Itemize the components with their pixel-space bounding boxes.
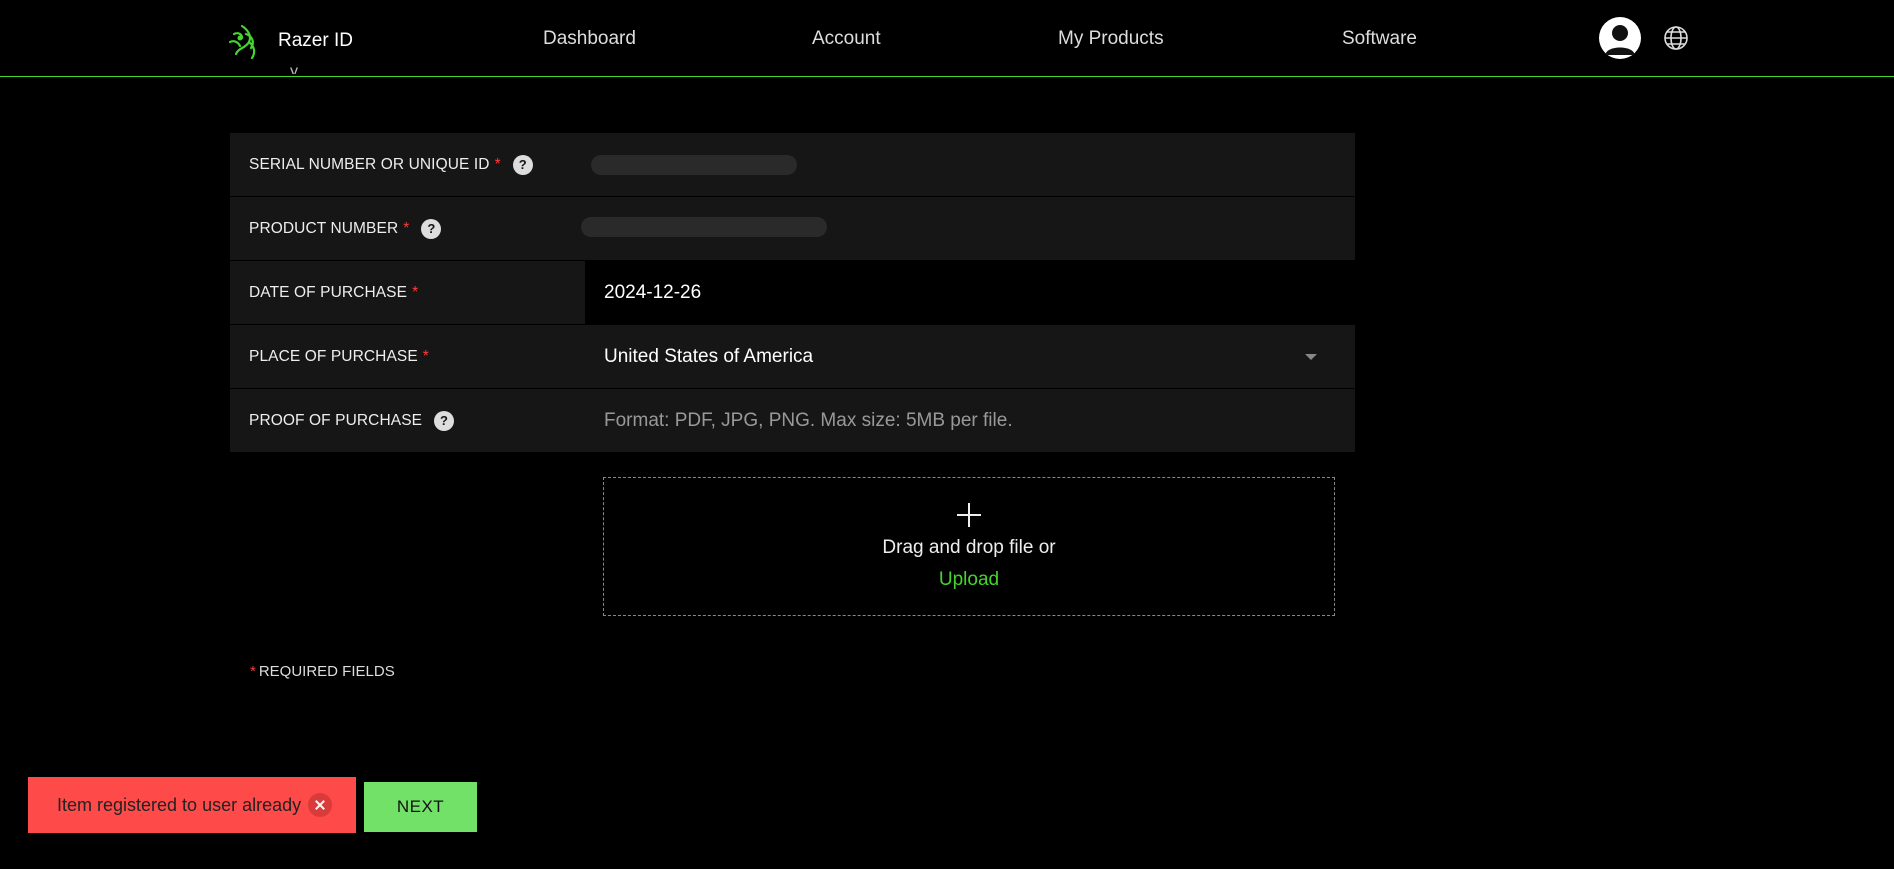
date-of-purchase-input[interactable]: 2024-12-26 xyxy=(585,261,1355,324)
help-icon[interactable]: ? xyxy=(512,154,533,175)
required-mark: * xyxy=(250,663,256,680)
plus-icon xyxy=(957,502,981,527)
top-navigation-bar: Razer ID Dashboard Account My Products S… xyxy=(0,0,1894,77)
product-number-label-text: PRODUCT NUMBER xyxy=(249,219,399,237)
required-fields-text: REQUIRED FIELDS xyxy=(258,663,395,680)
product-number-row: PRODUCT NUMBER * ? xyxy=(230,197,1355,261)
dropzone-text: Drag and drop file or xyxy=(882,536,1056,558)
file-dropzone[interactable]: Drag and drop file or Upload xyxy=(603,477,1335,616)
partially-hidden-text: y xyxy=(290,64,298,74)
nav-my-products[interactable]: My Products xyxy=(1058,28,1164,50)
required-mark: * xyxy=(422,347,429,365)
serial-number-label: SERIAL NUMBER OR UNIQUE ID * ? xyxy=(230,133,585,196)
place-of-purchase-row: PLACE OF PURCHASE * United States of Ame… xyxy=(230,325,1355,389)
format-hint-text: Format: PDF, JPG, PNG. Max size: 5MB per… xyxy=(604,409,1013,431)
next-button[interactable]: NEXT xyxy=(364,782,477,832)
place-of-purchase-select[interactable]: United States of America xyxy=(585,325,1355,388)
proof-format-hint: Format: PDF, JPG, PNG. Max size: 5MB per… xyxy=(585,389,1355,452)
product-number-label: PRODUCT NUMBER * ? xyxy=(230,197,585,260)
date-of-purchase-row: DATE OF PURCHASE * 2024-12-26 xyxy=(230,261,1355,325)
razer-logo-icon xyxy=(228,24,256,60)
proof-of-purchase-row: PROOF OF PURCHASE ? Format: PDF, JPG, PN… xyxy=(230,389,1355,453)
proof-of-purchase-label: PROOF OF PURCHASE ? xyxy=(230,389,585,452)
globe-icon[interactable] xyxy=(1662,24,1690,52)
registration-form: SERIAL NUMBER OR UNIQUE ID * ? PRODUCT N… xyxy=(230,133,1355,453)
help-icon[interactable]: ? xyxy=(434,410,455,431)
serial-number-input[interactable] xyxy=(585,133,1355,196)
error-toast: Item registered to user already xyxy=(28,777,356,833)
redacted-value xyxy=(591,155,797,175)
date-value: 2024-12-26 xyxy=(604,281,702,303)
required-mark: * xyxy=(403,219,410,237)
required-fields-note: * REQUIRED FIELDS xyxy=(250,663,395,680)
brand-name: Razer ID xyxy=(278,30,353,51)
serial-label-text: SERIAL NUMBER OR UNIQUE ID xyxy=(249,155,490,173)
place-value: United States of America xyxy=(604,345,814,367)
redacted-value xyxy=(581,217,827,237)
required-mark: * xyxy=(494,155,501,173)
brand[interactable]: Razer ID xyxy=(222,20,353,62)
toast-message: Item registered to user already xyxy=(57,794,302,815)
chevron-down-icon[interactable] xyxy=(1305,354,1317,360)
date-label-text: DATE OF PURCHASE xyxy=(249,283,408,301)
help-icon[interactable]: ? xyxy=(421,218,442,239)
required-mark: * xyxy=(412,283,419,301)
close-icon[interactable] xyxy=(308,793,332,817)
date-of-purchase-label: DATE OF PURCHASE * xyxy=(230,261,585,324)
place-of-purchase-label: PLACE OF PURCHASE * xyxy=(230,325,585,388)
nav-account[interactable]: Account xyxy=(812,28,881,50)
product-number-input[interactable] xyxy=(581,197,1355,260)
nav-dashboard[interactable]: Dashboard xyxy=(543,28,636,50)
serial-number-row: SERIAL NUMBER OR UNIQUE ID * ? xyxy=(230,133,1355,197)
proof-label-text: PROOF OF PURCHASE xyxy=(249,411,423,429)
user-avatar-icon[interactable] xyxy=(1599,17,1641,59)
place-label-text: PLACE OF PURCHASE xyxy=(249,347,418,365)
nav-software[interactable]: Software xyxy=(1342,28,1417,50)
upload-link[interactable]: Upload xyxy=(939,569,999,591)
